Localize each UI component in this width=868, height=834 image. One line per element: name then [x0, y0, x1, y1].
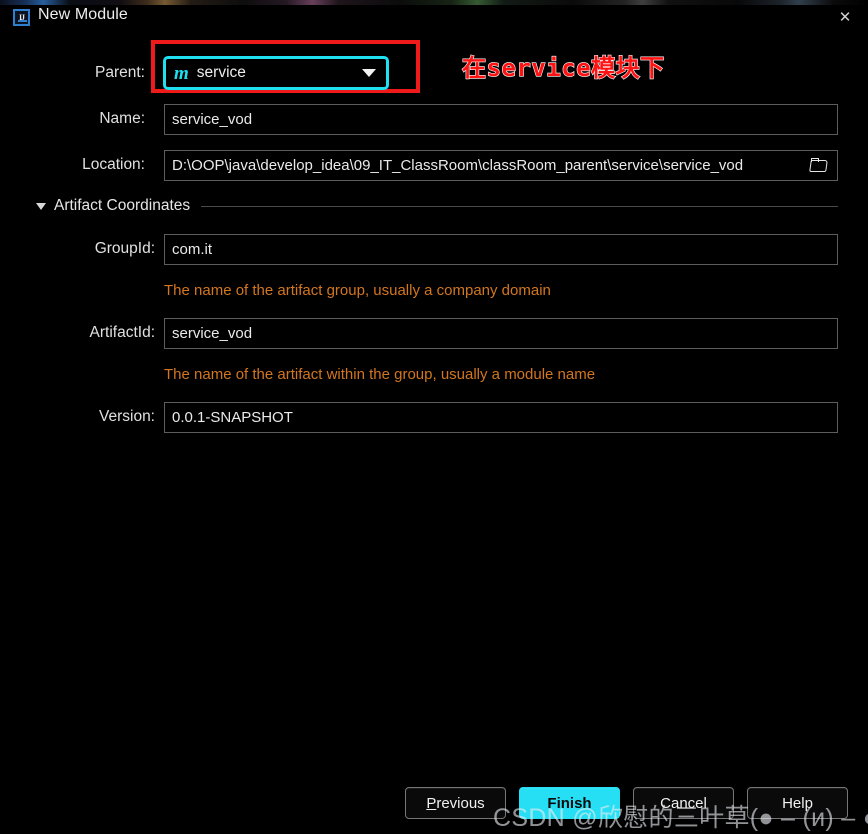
annotation-text: 在service模块下: [461, 53, 665, 82]
parent-label: Parent:: [95, 64, 145, 81]
artifact-coordinates-section-header[interactable]: Artifact Coordinates: [36, 197, 838, 215]
previous-button-mnemonic: P: [426, 794, 437, 812]
folder-icon[interactable]: [810, 157, 830, 174]
close-icon[interactable]: ✕: [822, 0, 868, 34]
finish-button-label: Finish: [547, 794, 592, 812]
group-id-hint: The name of the artifact group, usually …: [164, 282, 551, 299]
location-input[interactable]: D:\OOP\java\develop_idea\09_IT_ClassRoom…: [164, 150, 838, 181]
cancel-button[interactable]: Cancel: [633, 787, 734, 819]
parent-selected-value: service: [196, 64, 246, 81]
name-input-value: service_vod: [172, 111, 253, 128]
location-label: Location:: [82, 156, 145, 173]
intellij-idea-icon: IJ: [13, 9, 30, 26]
cancel-button-label: Cancel: [660, 794, 707, 812]
title-bar: IJ New Module ✕: [0, 0, 868, 34]
version-input-value: 0.0.1-SNAPSHOT: [172, 409, 293, 426]
location-input-value: D:\OOP\java\develop_idea\09_IT_ClassRoom…: [172, 157, 744, 174]
previous-button[interactable]: Previous: [405, 787, 506, 819]
help-button-label: Help: [782, 794, 813, 812]
group-id-label: GroupId:: [94, 240, 155, 257]
parent-combobox[interactable]: m service: [163, 56, 389, 90]
window-title: New Module: [38, 6, 128, 23]
maven-module-icon: m: [174, 62, 189, 84]
artifact-id-input-value: service_vod: [172, 325, 253, 342]
version-input[interactable]: 0.0.1-SNAPSHOT: [164, 402, 838, 433]
chevron-down-icon[interactable]: [362, 69, 376, 77]
group-id-input-value: com.it: [172, 241, 213, 258]
finish-button[interactable]: Finish: [519, 787, 620, 819]
artifact-coordinates-title: Artifact Coordinates: [54, 197, 191, 214]
artifact-id-input[interactable]: service_vod: [164, 318, 838, 349]
window-top-accent-strip: [0, 0, 868, 5]
name-label: Name:: [99, 110, 145, 127]
version-label: Version:: [98, 408, 155, 425]
previous-button-label: revious: [436, 794, 485, 812]
artifact-id-label: ArtifactId:: [89, 324, 155, 341]
chevron-down-icon[interactable]: [36, 202, 46, 210]
artifact-id-hint: The name of the artifact within the grou…: [164, 366, 596, 383]
help-button[interactable]: Help: [747, 787, 848, 819]
name-input[interactable]: service_vod: [164, 104, 838, 135]
section-divider: [201, 205, 838, 207]
group-id-input[interactable]: com.it: [164, 234, 838, 265]
